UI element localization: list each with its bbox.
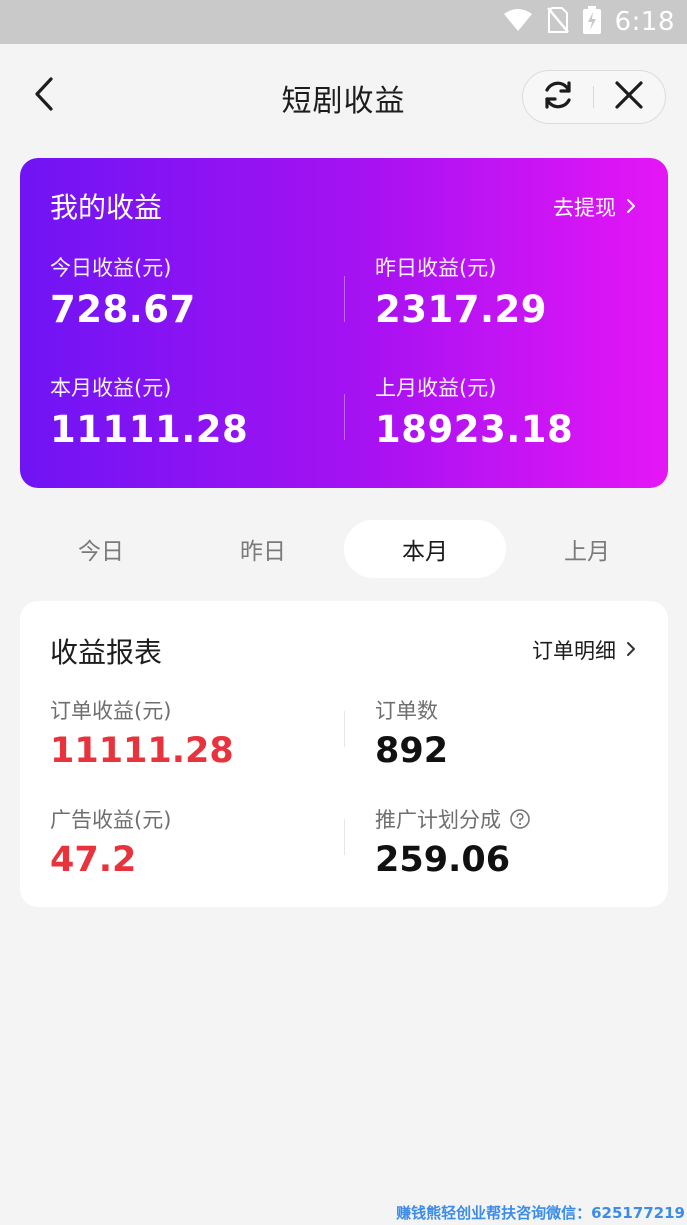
wifi-icon bbox=[503, 8, 533, 36]
today-earnings-value: 728.67 bbox=[50, 288, 196, 331]
capsule-menu bbox=[522, 70, 666, 124]
promo-share-label: 推广计划分成 bbox=[375, 808, 501, 832]
withdraw-link[interactable]: 去提现 bbox=[553, 192, 636, 222]
last-month-earnings: 上月收益(元) 18923.18 bbox=[375, 372, 573, 451]
help-icon[interactable] bbox=[509, 808, 531, 830]
header: 短剧收益 bbox=[0, 44, 687, 154]
promo-share-value: 259.06 bbox=[375, 840, 511, 880]
tab-last-month[interactable]: 上月 bbox=[506, 520, 668, 578]
order-income: 订单收益(元) 11111.28 bbox=[50, 695, 234, 771]
chevron-right-icon bbox=[626, 195, 636, 219]
order-detail-link[interactable]: 订单明细 bbox=[532, 635, 636, 665]
earnings-title: 我的收益 bbox=[50, 191, 163, 224]
report-divider bbox=[344, 819, 345, 855]
ad-income-value: 47.2 bbox=[50, 840, 137, 880]
refresh-button[interactable] bbox=[523, 72, 593, 122]
order-income-value: 11111.28 bbox=[50, 731, 234, 771]
refresh-icon bbox=[541, 78, 575, 116]
ad-income-label: 广告收益(元) bbox=[50, 808, 172, 832]
today-earnings: 今日收益(元) 728.67 bbox=[50, 252, 196, 331]
no-sim-icon bbox=[546, 7, 569, 37]
chevron-right-icon bbox=[626, 638, 636, 662]
status-bar: 6:18 bbox=[0, 0, 687, 44]
order-income-label: 订单收益(元) bbox=[50, 699, 172, 723]
withdraw-label: 去提现 bbox=[553, 196, 616, 220]
period-tabs: 今日 昨日 本月 上月 bbox=[20, 520, 668, 578]
battery-charging-icon bbox=[582, 6, 601, 38]
this-month-earnings-label: 本月收益(元) bbox=[50, 376, 172, 400]
order-count: 订单数 892 bbox=[375, 695, 448, 771]
tab-today[interactable]: 今日 bbox=[20, 520, 182, 578]
close-icon bbox=[614, 80, 644, 114]
card-divider bbox=[344, 276, 345, 322]
status-icons: 6:18 bbox=[503, 6, 675, 38]
last-month-earnings-value: 18923.18 bbox=[375, 408, 574, 451]
card-divider bbox=[344, 394, 345, 440]
order-detail-label: 订单明细 bbox=[532, 639, 616, 663]
order-count-value: 892 bbox=[375, 731, 449, 771]
order-count-label: 订单数 bbox=[375, 699, 438, 723]
this-month-earnings: 本月收益(元) 11111.28 bbox=[50, 372, 248, 451]
ad-income: 广告收益(元) 47.2 bbox=[50, 804, 171, 880]
yesterday-earnings: 昨日收益(元) 2317.29 bbox=[375, 252, 547, 331]
report-divider bbox=[344, 711, 345, 747]
tab-this-month[interactable]: 本月 bbox=[344, 520, 506, 578]
promo-share: 推广计划分成 259.06 bbox=[375, 804, 531, 880]
this-month-earnings-value: 11111.28 bbox=[50, 408, 249, 451]
promo-share-label-row: 推广计划分成 bbox=[375, 804, 531, 834]
watermark: 赚钱熊轻创业帮扶咨询微信：625177219 bbox=[396, 1204, 685, 1222]
tab-yesterday[interactable]: 昨日 bbox=[182, 520, 344, 578]
today-earnings-label: 今日收益(元) bbox=[50, 256, 172, 280]
status-time: 6:18 bbox=[614, 7, 675, 37]
yesterday-earnings-value: 2317.29 bbox=[375, 288, 548, 331]
yesterday-earnings-label: 昨日收益(元) bbox=[375, 256, 497, 280]
report-card: 收益报表 订单明细 订单收益(元) 11111.28 订单数 892 广告收益(… bbox=[20, 601, 668, 907]
last-month-earnings-label: 上月收益(元) bbox=[375, 376, 497, 400]
earnings-card: 我的收益 去提现 今日收益(元) 728.67 昨日收益(元) 2317.29 … bbox=[20, 158, 668, 488]
close-button[interactable] bbox=[594, 72, 664, 122]
report-title: 收益报表 bbox=[50, 636, 163, 669]
